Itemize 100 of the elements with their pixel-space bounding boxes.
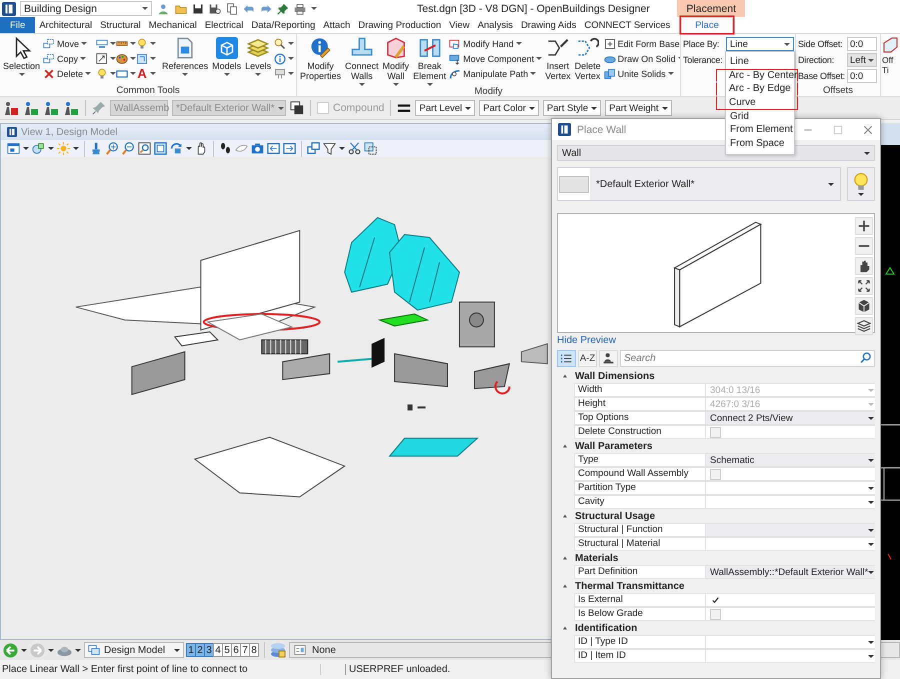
- figure-box-icon[interactable]: [23, 100, 39, 116]
- menu-item[interactable]: Arc - By Edge: [716, 82, 798, 96]
- ribbon-tab[interactable]: Drawing Production: [354, 17, 446, 33]
- ribbon-tab[interactable]: Architectural: [35, 17, 96, 33]
- ribbon-button[interactable]: Selection: [2, 37, 42, 76]
- view-toggle[interactable]: 1: [186, 643, 196, 657]
- caret-icon[interactable]: [561, 554, 569, 562]
- view-mode-button[interactable]: [599, 350, 618, 367]
- ribbon-button[interactable]: Modify Hand: [449, 37, 542, 50]
- hide-preview-link[interactable]: Hide Preview: [557, 334, 616, 347]
- zoom-in-icon[interactable]: [106, 142, 119, 155]
- ribbon-tab[interactable]: Drawing Aids: [516, 17, 580, 33]
- zoom-out-icon[interactable]: [122, 142, 135, 155]
- property-dropdown[interactable]: Schematic: [706, 453, 875, 467]
- bulb-icon[interactable]: [136, 38, 148, 50]
- ribbon-button[interactable]: Move Component: [449, 52, 542, 65]
- ribbon-button[interactable]: Edit Form Base: [604, 37, 680, 50]
- ribbon-button[interactable]: Delete Vertex: [574, 37, 602, 81]
- ribbon-button[interactable]: Connect Walls: [344, 37, 380, 86]
- rectangle-icon[interactable]: [116, 68, 128, 80]
- magnifier-icon[interactable]: [274, 38, 286, 50]
- zoom-out-icon[interactable]: [855, 237, 873, 255]
- ribbon-tab[interactable]: Structural: [96, 17, 145, 33]
- footprints-icon[interactable]: [219, 142, 232, 155]
- figure-box-icon[interactable]: [63, 100, 79, 116]
- menu-item[interactable]: Line: [726, 55, 794, 69]
- pin-icon[interactable]: [277, 2, 289, 14]
- hand-icon[interactable]: [195, 142, 208, 155]
- text-tool-glyph[interactable]: A: [136, 67, 148, 80]
- caret-icon[interactable]: [288, 72, 294, 75]
- plug-icon[interactable]: [274, 68, 286, 80]
- close-icon[interactable]: [862, 124, 874, 136]
- ribbon-button[interactable]: Draw On Solid: [604, 52, 680, 65]
- search-field[interactable]: Search: [620, 350, 875, 367]
- print-icon[interactable]: [294, 2, 306, 14]
- ribbon-tab[interactable]: Attach: [319, 17, 354, 33]
- ribbon-button[interactable]: Break Element: [412, 37, 448, 86]
- caret-icon[interactable]: [561, 372, 569, 380]
- caret-icon[interactable]: [150, 42, 156, 45]
- view-mode-button[interactable]: [557, 350, 576, 367]
- shapes-icon[interactable]: [32, 142, 45, 155]
- view-toggle[interactable]: 6: [231, 643, 241, 657]
- ribbon-tab[interactable]: File: [0, 17, 36, 33]
- clip-volume-icon[interactable]: [364, 142, 377, 155]
- ribbon-button[interactable]: Off Ti: [882, 37, 898, 75]
- view-toggle[interactable]: 3: [204, 643, 214, 657]
- ribbon-button[interactable]: Modify Wall: [382, 37, 410, 86]
- palette-icon[interactable]: [116, 52, 128, 64]
- view-toggle[interactable]: 4: [213, 643, 223, 657]
- square-icon[interactable]: [136, 52, 148, 64]
- rotate-view-icon[interactable]: [170, 142, 183, 155]
- figure-lock-icon[interactable]: [3, 100, 19, 116]
- view-toggle[interactable]: 5: [222, 643, 232, 657]
- model-dropdown[interactable]: Design Model: [84, 642, 184, 658]
- view-toggle[interactable]: 2: [195, 643, 205, 657]
- ribbon-button[interactable]: Delete: [43, 67, 92, 80]
- menu-item[interactable]: From Element: [726, 123, 794, 138]
- save-settings-icon[interactable]: [209, 2, 221, 14]
- caret-icon[interactable]: [48, 147, 54, 150]
- windows-icon[interactable]: [290, 101, 304, 115]
- property-dropdown[interactable]: WallAssembly::*Default Exterior Wall*: [706, 565, 875, 579]
- caret-icon[interactable]: [311, 7, 317, 10]
- dropdown[interactable]: Part Weight: [605, 100, 672, 116]
- caret-icon[interactable]: [48, 648, 54, 652]
- view-toggle[interactable]: 7: [240, 643, 250, 657]
- user-icon[interactable]: [158, 2, 170, 14]
- view-window-icon[interactable]: [7, 142, 20, 155]
- caret-icon[interactable]: [23, 147, 29, 150]
- caret-icon[interactable]: [75, 648, 81, 652]
- hand-icon[interactable]: [855, 257, 873, 275]
- ribbon-button[interactable]: Levels: [244, 37, 272, 76]
- folder-icon[interactable]: [175, 2, 187, 14]
- redo-icon[interactable]: [260, 2, 272, 14]
- menu-item[interactable]: Curve: [716, 96, 798, 110]
- ribbon-tab[interactable]: CONNECT Services: [580, 17, 674, 33]
- layer-stack-icon[interactable]: [270, 642, 286, 658]
- menu-item[interactable]: Grid: [726, 110, 794, 124]
- arrow-right-icon[interactable]: [283, 142, 296, 155]
- brush-icon[interactable]: [90, 142, 103, 155]
- dropdown[interactable]: Part Color: [479, 100, 539, 116]
- caret-icon[interactable]: [288, 42, 294, 45]
- frame-icon[interactable]: [96, 38, 108, 50]
- caret-icon[interactable]: [21, 648, 27, 652]
- caret-icon[interactable]: [561, 512, 569, 520]
- ribbon-tab[interactable]: Analysis: [474, 17, 517, 33]
- view-mode-button[interactable]: A-Z: [578, 350, 597, 367]
- info-icon[interactable]: [274, 52, 286, 64]
- scissors-icon[interactable]: [348, 142, 361, 155]
- caret-icon[interactable]: [288, 57, 294, 60]
- assembly-picker[interactable]: *Default Exterior Wall*: [557, 167, 841, 201]
- caret-icon[interactable]: [561, 442, 569, 450]
- caret-icon[interactable]: [561, 624, 569, 632]
- save-icon[interactable]: [192, 2, 204, 14]
- input-field[interactable]: 0:0: [847, 69, 877, 83]
- ribbon-tab[interactable]: Electrical: [200, 17, 248, 33]
- funnel-cube-icon[interactable]: [323, 142, 336, 155]
- checkbox[interactable]: [710, 594, 721, 606]
- ribbon-button[interactable]: Unite Solids: [604, 67, 680, 80]
- input-field[interactable]: 0:0: [847, 37, 877, 51]
- checkbox[interactable]: [710, 426, 721, 438]
